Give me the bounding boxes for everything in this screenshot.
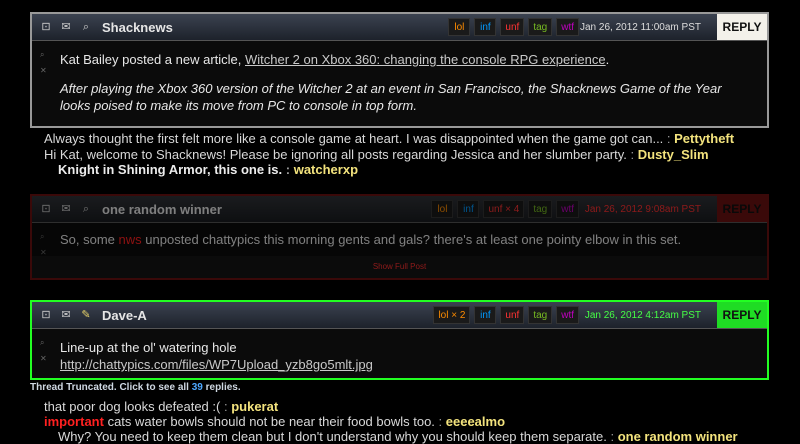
tag-tag-button[interactable]: tag: [528, 18, 553, 36]
article-summary: After playing the Xbox 360 version of th…: [60, 81, 722, 113]
tag-inf-button[interactable]: inf: [474, 18, 497, 36]
reply-text: Hi Kat, welcome to Shacknews! Please be …: [44, 147, 627, 162]
collapse-icon[interactable]: ⊡: [40, 21, 52, 33]
post-body: ⌕ ✕ So, some nws unposted chattypics this…: [32, 223, 767, 257]
reply-user[interactable]: watcherxp: [294, 162, 358, 177]
tag-buttons: lol inf unf tag wtf: [448, 14, 579, 40]
expanded-reply-post: ⊡ ✉ ⌕ one random winner lol inf unf × 4 …: [30, 194, 769, 280]
tag-unf-button[interactable]: unf: [500, 306, 525, 324]
reply-sep: :: [434, 414, 446, 429]
post-date: Jan 26, 2012 4:12am PST: [584, 309, 701, 321]
reply-sep: :: [220, 399, 232, 414]
side-icons: ⌕ ✕: [40, 50, 47, 75]
tag-lol-button[interactable]: lol × 2: [433, 306, 471, 324]
reply-line[interactable]: Why? You need to keep them clean but I d…: [58, 429, 738, 444]
shacknews-badge-icon: ✎: [81, 309, 91, 321]
tag-tag-button[interactable]: tag: [528, 306, 553, 324]
reply-sep: :: [606, 429, 618, 444]
reply-button[interactable]: REPLY: [717, 196, 767, 222]
post-author[interactable]: one random winner: [102, 202, 222, 217]
thread-truncated-link[interactable]: Thread Truncated. Click to see all 39 re…: [30, 382, 241, 393]
collapse-icon[interactable]: ⊡: [40, 203, 52, 215]
post-date: Jan 26, 2012 11:00am PST: [579, 21, 701, 33]
reply-line[interactable]: that poor dog looks defeated :( : pukera…: [44, 399, 278, 414]
tag-buttons: lol inf unf × 4 tag wtf: [431, 196, 579, 222]
reply-line[interactable]: important cats water bowls should not be…: [44, 414, 505, 429]
post-body: ⌕ ✕ Line-up at the ol' watering hole http…: [32, 329, 767, 383]
post-header: ⊡ ✉ ⌕ Shacknews lol inf unf tag wtf Jan …: [32, 14, 767, 41]
reply-sep: :: [282, 162, 294, 177]
tag-lol-button[interactable]: lol: [431, 200, 454, 218]
reply-sep: :: [626, 147, 638, 162]
reply-sep: :: [663, 131, 675, 146]
reply-user[interactable]: pukerat: [231, 399, 278, 414]
tag-wtf-button[interactable]: wtf: [556, 200, 579, 218]
reply-user[interactable]: Dusty_Slim: [638, 147, 709, 162]
post-header: ⊡ ✉ ✎ Dave-A lol × 2 inf unf tag wtf Jan…: [32, 302, 767, 329]
post-text: So, some: [60, 232, 119, 247]
show-full-post-button[interactable]: Show Full Post: [32, 256, 767, 278]
chattypics-link[interactable]: http://chattypics.com/files/WP7Upload_yz…: [60, 356, 753, 373]
article-link[interactable]: Witcher 2 on Xbox 360: changing the cons…: [245, 52, 606, 67]
pin-icon[interactable]: ⌕: [80, 21, 92, 33]
reply-button[interactable]: REPLY: [717, 14, 767, 40]
tag-lol-button[interactable]: lol: [448, 18, 471, 36]
pin-icon[interactable]: ⌕: [80, 203, 92, 215]
post-text-end: .: [605, 52, 610, 67]
tag-wtf-button[interactable]: wtf: [556, 306, 579, 324]
reply-user[interactable]: eeeealmo: [446, 414, 505, 429]
post-date: Jan 26, 2012 9:08am PST: [584, 203, 701, 215]
reply-line[interactable]: Hi Kat, welcome to Shacknews! Please be …: [44, 147, 709, 162]
reply-user[interactable]: Pettytheft: [674, 131, 734, 146]
reply-text: that poor dog looks defeated :(: [44, 399, 221, 414]
mail-icon[interactable]: ✉: [60, 203, 72, 215]
mail-icon[interactable]: ✉: [60, 309, 72, 321]
post-author[interactable]: Dave-A: [102, 308, 147, 323]
reply-line[interactable]: Always thought the first felt more like …: [44, 131, 734, 146]
reply-button[interactable]: REPLY: [717, 302, 767, 328]
post-text: Line-up at the ol' watering hole: [60, 340, 237, 355]
reply-text: Knight in Shining Armor, this one is.: [58, 162, 283, 177]
important-tag: important: [44, 414, 104, 429]
tag-wtf-button[interactable]: wtf: [556, 18, 579, 36]
reply-text: Why? You need to keep them clean but I d…: [58, 429, 607, 444]
tag-unf-button[interactable]: unf × 4: [483, 200, 525, 218]
reply-text: cats water bowls should not be near thei…: [103, 414, 435, 429]
tag-inf-button[interactable]: inf: [474, 306, 497, 324]
truncated-suffix: replies.: [202, 382, 241, 393]
reply-count: 39: [191, 382, 203, 393]
tag-buttons: lol × 2 inf unf tag wtf: [433, 302, 579, 328]
collapse-icon[interactable]: ⊡: [40, 309, 52, 321]
root-post-shacknews: ⊡ ✉ ⌕ Shacknews lol inf unf tag wtf Jan …: [30, 12, 769, 128]
tag-tag-button[interactable]: tag: [528, 200, 553, 218]
reply-text: Always thought the first felt more like …: [44, 131, 664, 146]
reply-user[interactable]: one random winner: [618, 429, 738, 444]
tag-unf-button[interactable]: unf: [500, 18, 525, 36]
post-text-end: unposted chattypics this morning gents a…: [141, 232, 682, 247]
side-icons: ⌕ ✕: [40, 338, 47, 363]
expanded-reply-post-dave-a: ⊡ ✉ ✎ Dave-A lol × 2 inf unf tag wtf Jan…: [30, 300, 769, 380]
truncated-text: Thread Truncated. Click to see all: [30, 382, 192, 393]
reply-line[interactable]: Knight in Shining Armor, this one is. : …: [58, 162, 358, 177]
mail-icon[interactable]: ✉: [60, 21, 72, 33]
post-body: ⌕ ✕ Kat Bailey posted a new article, Witc…: [32, 41, 767, 124]
post-header: ⊡ ✉ ⌕ one random winner lol inf unf × 4 …: [32, 196, 767, 223]
post-text: Kat Bailey posted a new article,: [60, 52, 245, 67]
nws-tag: nws: [118, 232, 142, 247]
post-author[interactable]: Shacknews: [102, 20, 173, 35]
tag-inf-button[interactable]: inf: [457, 200, 480, 218]
